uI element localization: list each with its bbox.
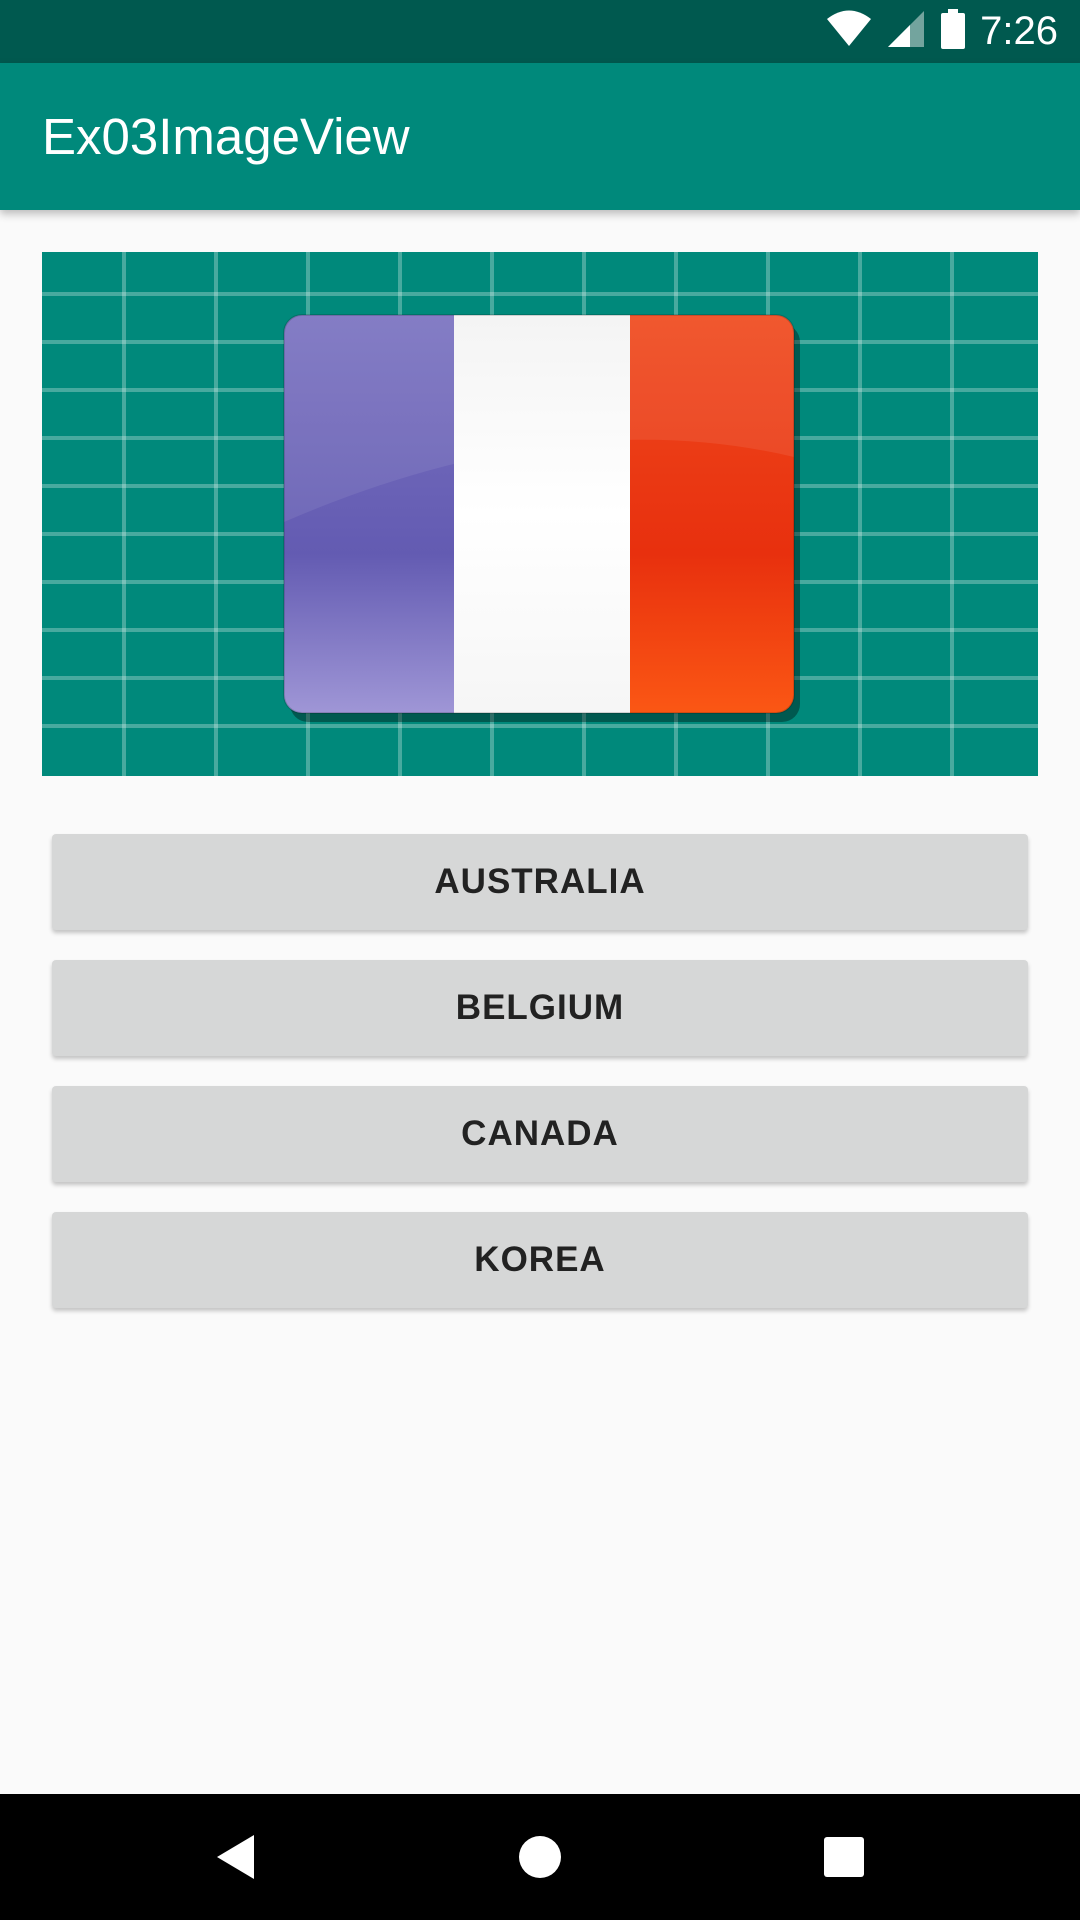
battery-icon	[940, 9, 966, 54]
status-bar: 7:26	[0, 0, 1080, 63]
country-buttons: AUSTRALIA BELGIUM CANADA KOREA	[52, 834, 1028, 1338]
status-icons: 7:26	[826, 0, 1058, 63]
korea-button[interactable]: KOREA	[52, 1212, 1028, 1308]
back-icon[interactable]	[196, 1794, 276, 1920]
belgium-button[interactable]: BELGIUM	[52, 960, 1028, 1056]
status-time: 7:26	[980, 9, 1058, 53]
flag-image-view	[42, 252, 1038, 776]
app-bar: Ex03ImageView	[0, 63, 1080, 210]
australia-button[interactable]: AUSTRALIA	[52, 834, 1028, 930]
france-flag-image	[42, 252, 1038, 776]
navigation-bar	[0, 1794, 1080, 1920]
home-icon[interactable]	[500, 1794, 580, 1920]
wifi-icon	[826, 10, 872, 53]
cell-signal-icon	[886, 9, 926, 54]
app-title: Ex03ImageView	[42, 108, 410, 165]
canada-button[interactable]: CANADA	[52, 1086, 1028, 1182]
recents-icon[interactable]	[804, 1794, 884, 1920]
